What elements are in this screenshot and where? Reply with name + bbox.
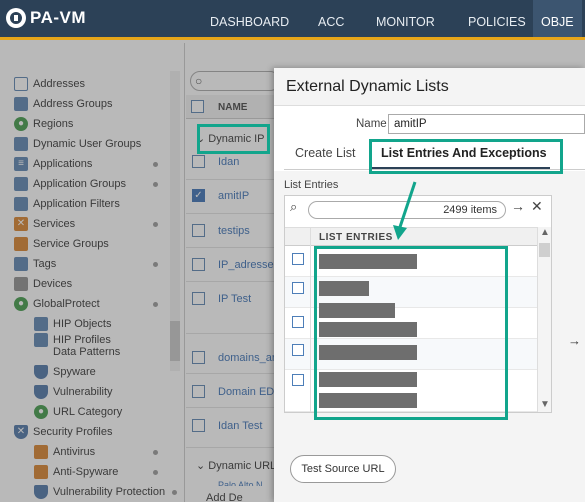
list-entries-label: List Entries	[284, 179, 339, 191]
highlight-box-entries-tab	[369, 139, 563, 174]
annotation-arrow-head	[393, 225, 407, 240]
nav-tab-policies[interactable]: POLICIES	[468, 15, 526, 29]
entries-scrollbar[interactable]: ▲ ▼	[537, 227, 551, 412]
row-checkbox[interactable]	[292, 344, 304, 356]
row-checkbox[interactable]	[292, 374, 304, 386]
entries-scrollbar-thumb[interactable]	[539, 243, 550, 257]
test-source-url-button[interactable]: Test Source URL	[290, 455, 396, 483]
arrow-right-icon[interactable]: →	[511, 198, 525, 214]
app-logo-text: PA-VM	[30, 8, 87, 27]
arrow-right-icon[interactable]: →	[568, 333, 581, 348]
paloalto-logo-icon	[6, 8, 26, 28]
app-logo: PA-VM	[6, 8, 86, 28]
row-checkbox[interactable]	[292, 253, 304, 265]
scroll-up-icon[interactable]: ▲	[540, 227, 550, 238]
search-icon: ⌕	[290, 199, 298, 214]
highlight-box-list-entries	[314, 246, 508, 420]
nav-tab-acc[interactable]: ACC	[318, 15, 344, 29]
nav-tab-dashboard[interactable]: DASHBOARD	[210, 15, 289, 29]
nav-tab-objects[interactable]: OBJE	[533, 0, 582, 37]
row-checkbox[interactable]	[292, 316, 304, 328]
row-checkbox[interactable]	[292, 282, 304, 294]
scroll-down-icon[interactable]: ▼	[540, 399, 550, 410]
name-field[interactable]: amitIP	[388, 114, 585, 134]
tab-create-list[interactable]: Create List	[295, 146, 355, 168]
column-divider	[310, 227, 311, 412]
highlight-box-dynamic-ip	[197, 124, 270, 154]
column-header-list-entries[interactable]: LIST ENTRIES	[319, 232, 393, 243]
item-count: 2499 items	[443, 204, 497, 216]
annotation-arrow	[393, 181, 417, 240]
top-bar: PA-VM DASHBOARD ACC MONITOR POLICIES OBJ…	[0, 0, 585, 40]
dialog-title: External Dynamic Lists	[286, 78, 449, 95]
nav-tab-monitor[interactable]: MONITOR	[376, 15, 435, 29]
name-label: Name	[356, 118, 387, 130]
close-icon[interactable]: ✕	[531, 198, 543, 215]
annotation-arrow-shaft	[397, 181, 417, 231]
